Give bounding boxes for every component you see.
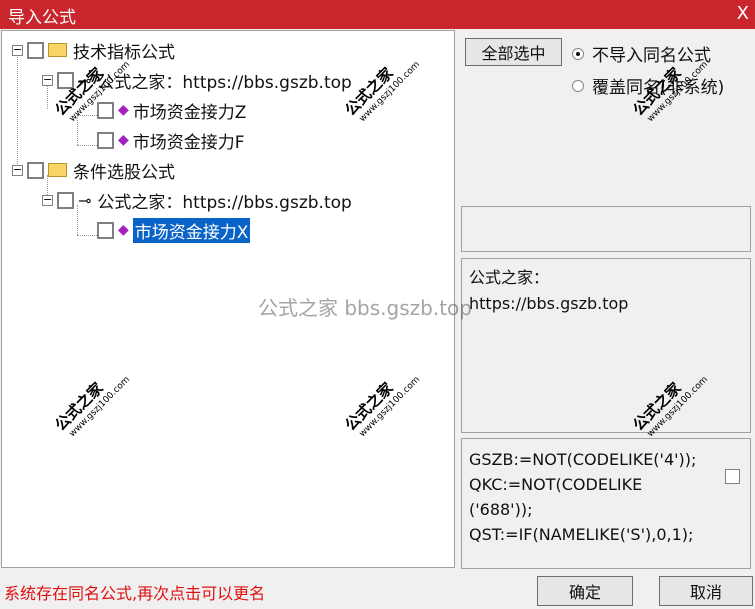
- formula-info-panel: 公式之家： https://bbs.gszb.top: [461, 258, 751, 433]
- tree-node-item-f[interactable]: ◆ 市场资金接力F: [97, 127, 245, 153]
- info-line: https://bbs.gszb.top: [469, 294, 629, 313]
- cancel-button[interactable]: 取消: [659, 576, 753, 606]
- code-line: QST:=IF(NAMELIKE('S'),0,1);: [469, 525, 694, 544]
- radio-icon[interactable]: [572, 79, 584, 92]
- tree-node-label: 市场资金接力Z: [132, 102, 247, 123]
- code-line: GSZB:=NOT(CODELIKE('4'));: [469, 450, 697, 469]
- code-line: ('688'));: [469, 500, 533, 519]
- collapse-icon[interactable]: −: [42, 194, 53, 206]
- key-icon: ⊸: [78, 190, 92, 210]
- info-line: 公式之家：: [469, 268, 550, 287]
- title-bar: 导入公式 X: [0, 0, 755, 29]
- collapse-icon[interactable]: −: [12, 44, 23, 56]
- ok-button[interactable]: 确定: [537, 576, 633, 606]
- status-message: 系统存在同名公式,再次点击可以更名: [4, 584, 266, 603]
- tree-node-label: 市场资金接力F: [132, 132, 245, 153]
- code-checkbox[interactable]: [725, 469, 740, 484]
- tree-checkbox[interactable]: [97, 131, 114, 149]
- tree-node-item-x[interactable]: ◆ 市场资金接力X: [97, 217, 251, 243]
- tree-checkbox[interactable]: [27, 161, 44, 179]
- overlay-watermark-text: 公式之家 bbs.gszb.top: [258, 296, 472, 320]
- tree-checkbox[interactable]: [57, 191, 74, 209]
- code-line: QKC:=NOT(CODELIKE: [469, 475, 643, 494]
- formula-gem-icon: ◆: [118, 132, 129, 148]
- folder-icon: [48, 163, 67, 177]
- blank-panel: [461, 206, 751, 252]
- tree-node-group2-source[interactable]: − ⊸ 公式之家：https://bbs.gszb.top: [42, 187, 352, 213]
- folder-icon: [48, 43, 67, 57]
- tree-node-label: 公式之家：https://bbs.gszb.top: [97, 192, 352, 213]
- tree-node-item-z[interactable]: ◆ 市场资金接力Z: [97, 97, 246, 123]
- select-all-button[interactable]: 全部选中: [465, 38, 562, 66]
- window-title: 导入公式: [8, 8, 76, 28]
- collapse-icon[interactable]: −: [12, 164, 23, 176]
- collapse-icon[interactable]: −: [42, 74, 53, 86]
- tree-node-label: 公式之家：https://bbs.gszb.top: [97, 72, 352, 93]
- radio-icon-checked[interactable]: [572, 47, 584, 60]
- formula-gem-icon: ◆: [118, 222, 129, 238]
- tree-checkbox[interactable]: [97, 101, 114, 119]
- tree-checkbox[interactable]: [27, 41, 44, 59]
- tree-node-group2[interactable]: − 条件选股公式: [12, 157, 175, 183]
- tree-checkbox[interactable]: [97, 221, 114, 239]
- tree-node-group1[interactable]: − 技术指标公式: [12, 37, 175, 63]
- tree-node-label: 条件选股公式: [73, 162, 175, 183]
- close-icon[interactable]: X: [737, 3, 749, 24]
- tree-node-label-selected: 市场资金接力X: [132, 217, 251, 243]
- formula-code-panel[interactable]: GSZB:=NOT(CODELIKE('4')); QKC:=NOT(CODEL…: [461, 438, 751, 569]
- formula-gem-icon: ◆: [118, 102, 129, 118]
